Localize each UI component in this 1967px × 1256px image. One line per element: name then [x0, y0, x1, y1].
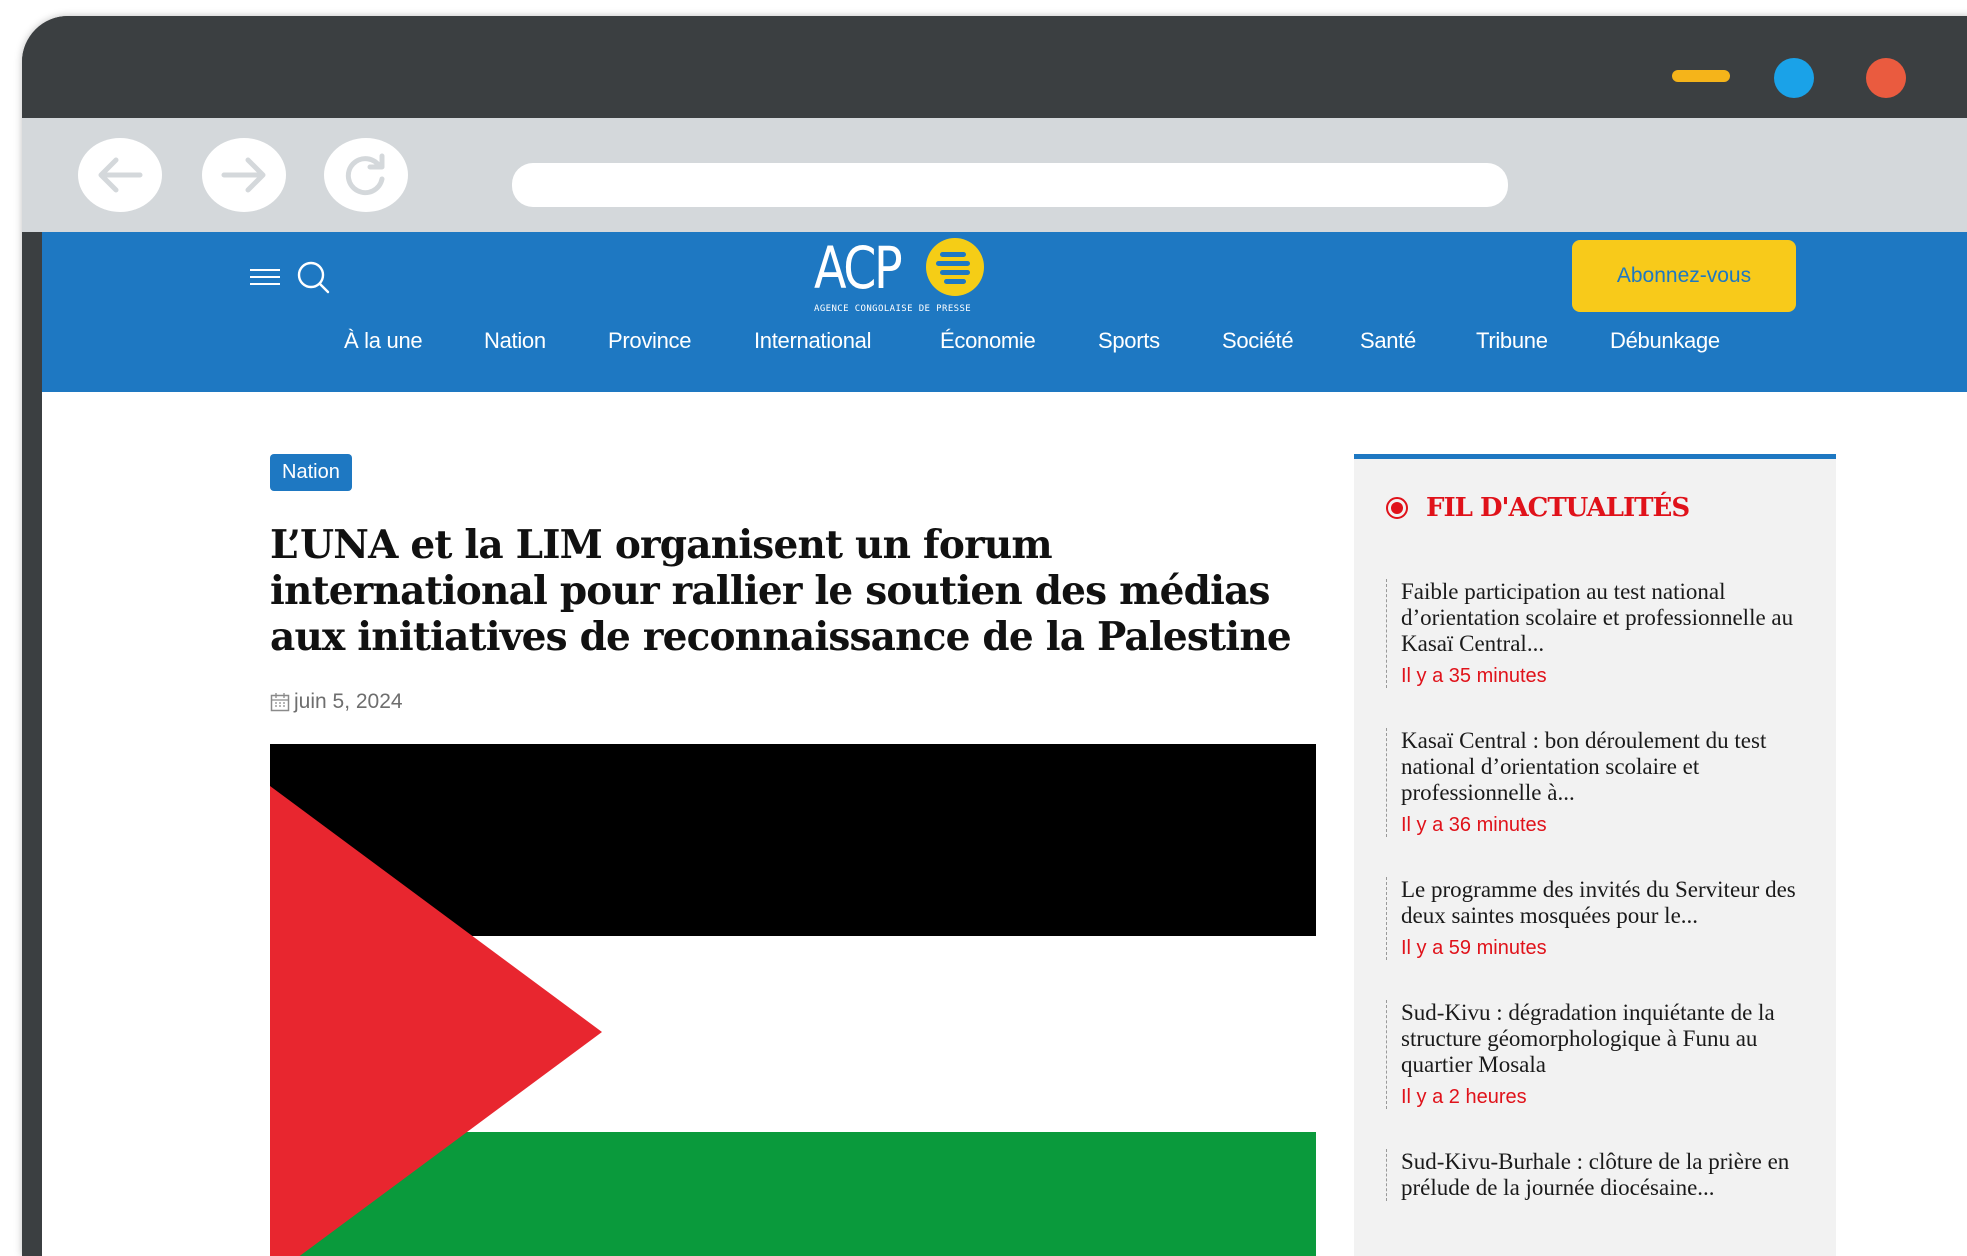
- maximize-button[interactable]: [1774, 58, 1814, 98]
- forward-arrow-icon: [221, 157, 266, 193]
- news-item-title[interactable]: Sud-Kivu-Burhale : clôture de la prière …: [1401, 1149, 1806, 1201]
- list-item[interactable]: Le programme des invités du Serviteur de…: [1386, 877, 1806, 960]
- news-item-title[interactable]: Kasaï Central : bon déroulement du test …: [1401, 728, 1806, 806]
- nav-item-economie[interactable]: Économie: [940, 328, 1036, 354]
- nav-item-tribune[interactable]: Tribune: [1476, 328, 1548, 354]
- list-item[interactable]: Sud-Kivu-Burhale : clôture de la prière …: [1386, 1149, 1806, 1201]
- news-item-title[interactable]: Le programme des invités du Serviteur de…: [1401, 877, 1806, 929]
- nav-item-province[interactable]: Province: [608, 328, 692, 354]
- category-tag[interactable]: Nation: [270, 454, 352, 491]
- back-arrow-icon: [98, 157, 143, 193]
- logo-emblem-icon: [926, 238, 984, 296]
- news-feed-sidebar: FIL D'ACTUALITÉS Faible participation au…: [1354, 454, 1836, 1256]
- news-item-time: Il y a 35 minutes: [1401, 665, 1547, 687]
- news-item-time: Il y a 36 minutes: [1401, 814, 1547, 836]
- title-bar: [22, 16, 1967, 118]
- nav-item-nation[interactable]: Nation: [484, 328, 546, 354]
- news-item-time: Il y a 59 minutes: [1401, 937, 1547, 959]
- feed-title: FIL D'ACTUALITÉS: [1426, 493, 1690, 523]
- menu-icon[interactable]: [250, 264, 280, 290]
- news-item-title[interactable]: Faible participation au test national d’…: [1401, 579, 1806, 657]
- list-item[interactable]: Faible participation au test national d’…: [1386, 579, 1806, 688]
- nav-item-societe[interactable]: Société: [1222, 328, 1294, 354]
- nav-item-a-la-une[interactable]: À la une: [344, 328, 423, 354]
- live-dot-icon: [1386, 497, 1408, 519]
- subscribe-button[interactable]: Abonnez-vous: [1572, 240, 1796, 312]
- news-list: Faible participation au test national d’…: [1386, 579, 1806, 1241]
- reload-icon: [345, 153, 385, 196]
- hero-image-palestine-flag: [270, 744, 1316, 1256]
- nav-item-sante[interactable]: Santé: [1360, 328, 1416, 354]
- article-date: juin 5, 2024: [270, 690, 403, 714]
- site-header: ACP AGENCE CONGOLAISE DE PRESSE Abonnez-…: [42, 232, 1967, 392]
- date-text: juin 5, 2024: [294, 690, 403, 713]
- article: Nation L’UNA et la LIM organisent un for…: [270, 454, 1320, 1256]
- forward-button[interactable]: [202, 138, 286, 212]
- calendar-icon: [270, 693, 290, 712]
- nav-item-debunkage[interactable]: Débunkage: [1610, 328, 1720, 354]
- nav-item-sports[interactable]: Sports: [1098, 328, 1160, 354]
- address-bar[interactable]: [512, 163, 1508, 207]
- feed-header: FIL D'ACTUALITÉS: [1386, 493, 1690, 523]
- minimize-button[interactable]: [1672, 70, 1730, 82]
- browser-window: ACP AGENCE CONGOLAISE DE PRESSE Abonnez-…: [22, 16, 1967, 1256]
- news-item-time: Il y a 2 heures: [1401, 1086, 1527, 1108]
- browser-toolbar: [22, 118, 1967, 232]
- news-item-title[interactable]: Sud-Kivu : dégradation inquiétante de la…: [1401, 1000, 1806, 1078]
- web-page: ACP AGENCE CONGOLAISE DE PRESSE Abonnez-…: [42, 232, 1967, 1256]
- close-button[interactable]: [1866, 58, 1906, 98]
- search-icon[interactable]: [296, 260, 330, 294]
- reload-button[interactable]: [324, 138, 408, 212]
- nav-item-international[interactable]: International: [754, 328, 871, 354]
- site-logo[interactable]: ACP AGENCE CONGOLAISE DE PRESSE: [814, 234, 994, 320]
- list-item[interactable]: Sud-Kivu : dégradation inquiétante de la…: [1386, 1000, 1806, 1109]
- list-item[interactable]: Kasaï Central : bon déroulement du test …: [1386, 728, 1806, 837]
- main-navigation: À la une Nation Province International É…: [42, 328, 1967, 368]
- logo-subtitle: AGENCE CONGOLAISE DE PRESSE: [814, 304, 972, 314]
- back-button[interactable]: [78, 138, 162, 212]
- article-title: L’UNA et la LIM organisent un forum inte…: [270, 522, 1292, 660]
- logo-text: ACP: [814, 234, 903, 302]
